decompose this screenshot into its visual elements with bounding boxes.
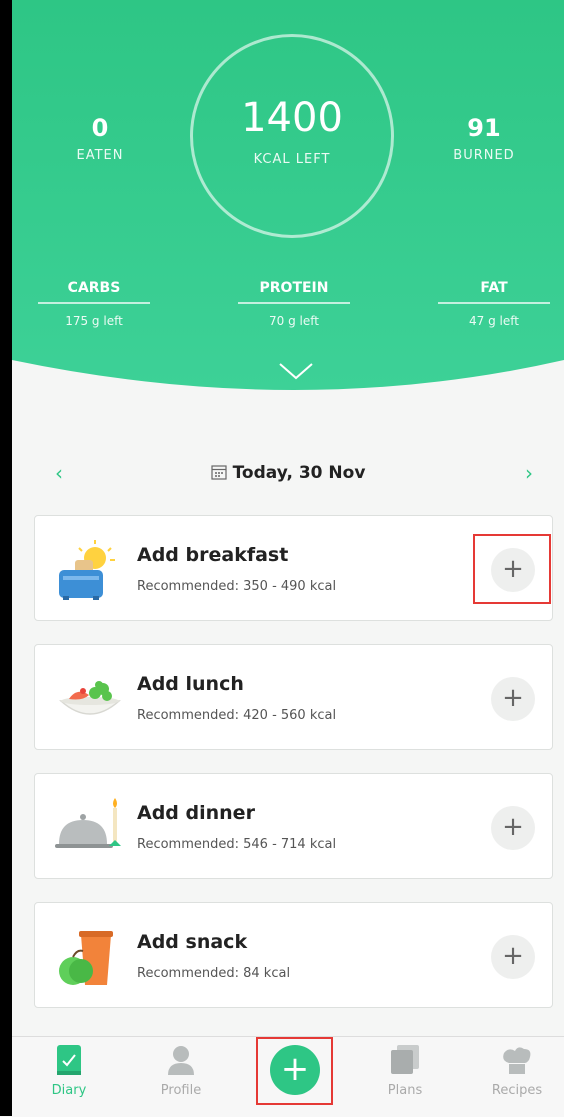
kcal-left-value: 1400: [241, 95, 343, 141]
meal-title-snack: Add snack: [137, 931, 248, 953]
tab-plans-label: Plans: [387, 1083, 423, 1098]
burned-value: 91: [467, 114, 501, 142]
highlight-box-add-breakfast: [473, 534, 551, 604]
date-label[interactable]: Today, 30 Nov: [233, 463, 366, 483]
meal-recommended-dinner: Recommended: 546 - 714 kcal: [137, 837, 337, 852]
macro-protein: PROTEIN 70 g left: [234, 280, 354, 328]
macro-carbs-bar: [38, 302, 150, 304]
lunch-salad-icon: [59, 681, 121, 715]
macro-fat: FAT 47 g left: [434, 280, 554, 328]
macro-carbs-name: CARBS: [67, 280, 121, 296]
highlight-box-add-fab: [256, 1037, 333, 1105]
meal-title-dinner: Add dinner: [137, 802, 255, 824]
tab-diary[interactable]: Diary: [24, 1045, 114, 1098]
dinner-cloche-icon: [55, 798, 121, 848]
meal-card-lunch[interactable]: Add lunch Recommended: 420 - 560 kcal +: [34, 644, 553, 750]
meal-recommended-lunch: Recommended: 420 - 560 kcal: [137, 708, 337, 723]
chevron-right-icon[interactable]: ›: [514, 456, 544, 490]
profile-icon: [168, 1046, 194, 1075]
meal-card-dinner[interactable]: Add dinner Recommended: 546 - 714 kcal +: [34, 773, 553, 879]
add-lunch-button[interactable]: +: [491, 677, 535, 721]
burned-label: BURNED: [453, 148, 515, 163]
macro-carbs-left: 175 g left: [65, 314, 123, 328]
macro-fat-bar: [438, 302, 550, 304]
macro-protein-left: 70 g left: [269, 314, 319, 328]
macro-fat-name: FAT: [480, 280, 508, 296]
calendar-icon: [210, 465, 227, 480]
tab-plans[interactable]: Plans: [360, 1045, 450, 1098]
add-dinner-button[interactable]: +: [491, 806, 535, 850]
meal-title-breakfast: Add breakfast: [137, 544, 289, 566]
tab-profile[interactable]: Profile: [136, 1045, 226, 1098]
breakfast-toaster-icon: [59, 540, 115, 600]
chef-hat-icon: [503, 1047, 531, 1074]
eaten-label: EATEN: [76, 148, 124, 163]
expand-chevron-down-icon[interactable]: [278, 362, 314, 382]
date-navigation: ‹ Today, 30 Nov ›: [12, 456, 564, 492]
tab-recipes-label: Recipes: [491, 1083, 543, 1098]
tab-diary-label: Diary: [51, 1083, 87, 1098]
macro-carbs: CARBS 175 g left: [34, 280, 154, 328]
left-edge-bar: [0, 0, 12, 1116]
tab-recipes[interactable]: Recipes: [472, 1045, 562, 1098]
macro-protein-name: PROTEIN: [259, 280, 329, 296]
meal-recommended-snack: Recommended: 84 kcal: [137, 966, 291, 981]
tab-profile-label: Profile: [160, 1083, 202, 1098]
meal-card-snack[interactable]: Add snack Recommended: 84 kcal +: [34, 902, 553, 1008]
macro-fat-left: 47 g left: [469, 314, 519, 328]
diary-icon: [57, 1045, 81, 1075]
kcal-left-label: KCAL LEFT: [253, 152, 331, 167]
snack-apple-drink-icon: [59, 931, 113, 985]
eaten-value: 0: [91, 114, 109, 142]
add-snack-button[interactable]: +: [491, 935, 535, 979]
plans-icon: [391, 1045, 419, 1074]
summary-header: 0 EATEN 1400 KCAL LEFT 91 BURNED CARBS 1…: [0, 0, 564, 400]
macro-protein-bar: [238, 302, 350, 304]
meal-recommended-breakfast: Recommended: 350 - 490 kcal: [137, 579, 337, 594]
meal-title-lunch: Add lunch: [137, 673, 244, 695]
